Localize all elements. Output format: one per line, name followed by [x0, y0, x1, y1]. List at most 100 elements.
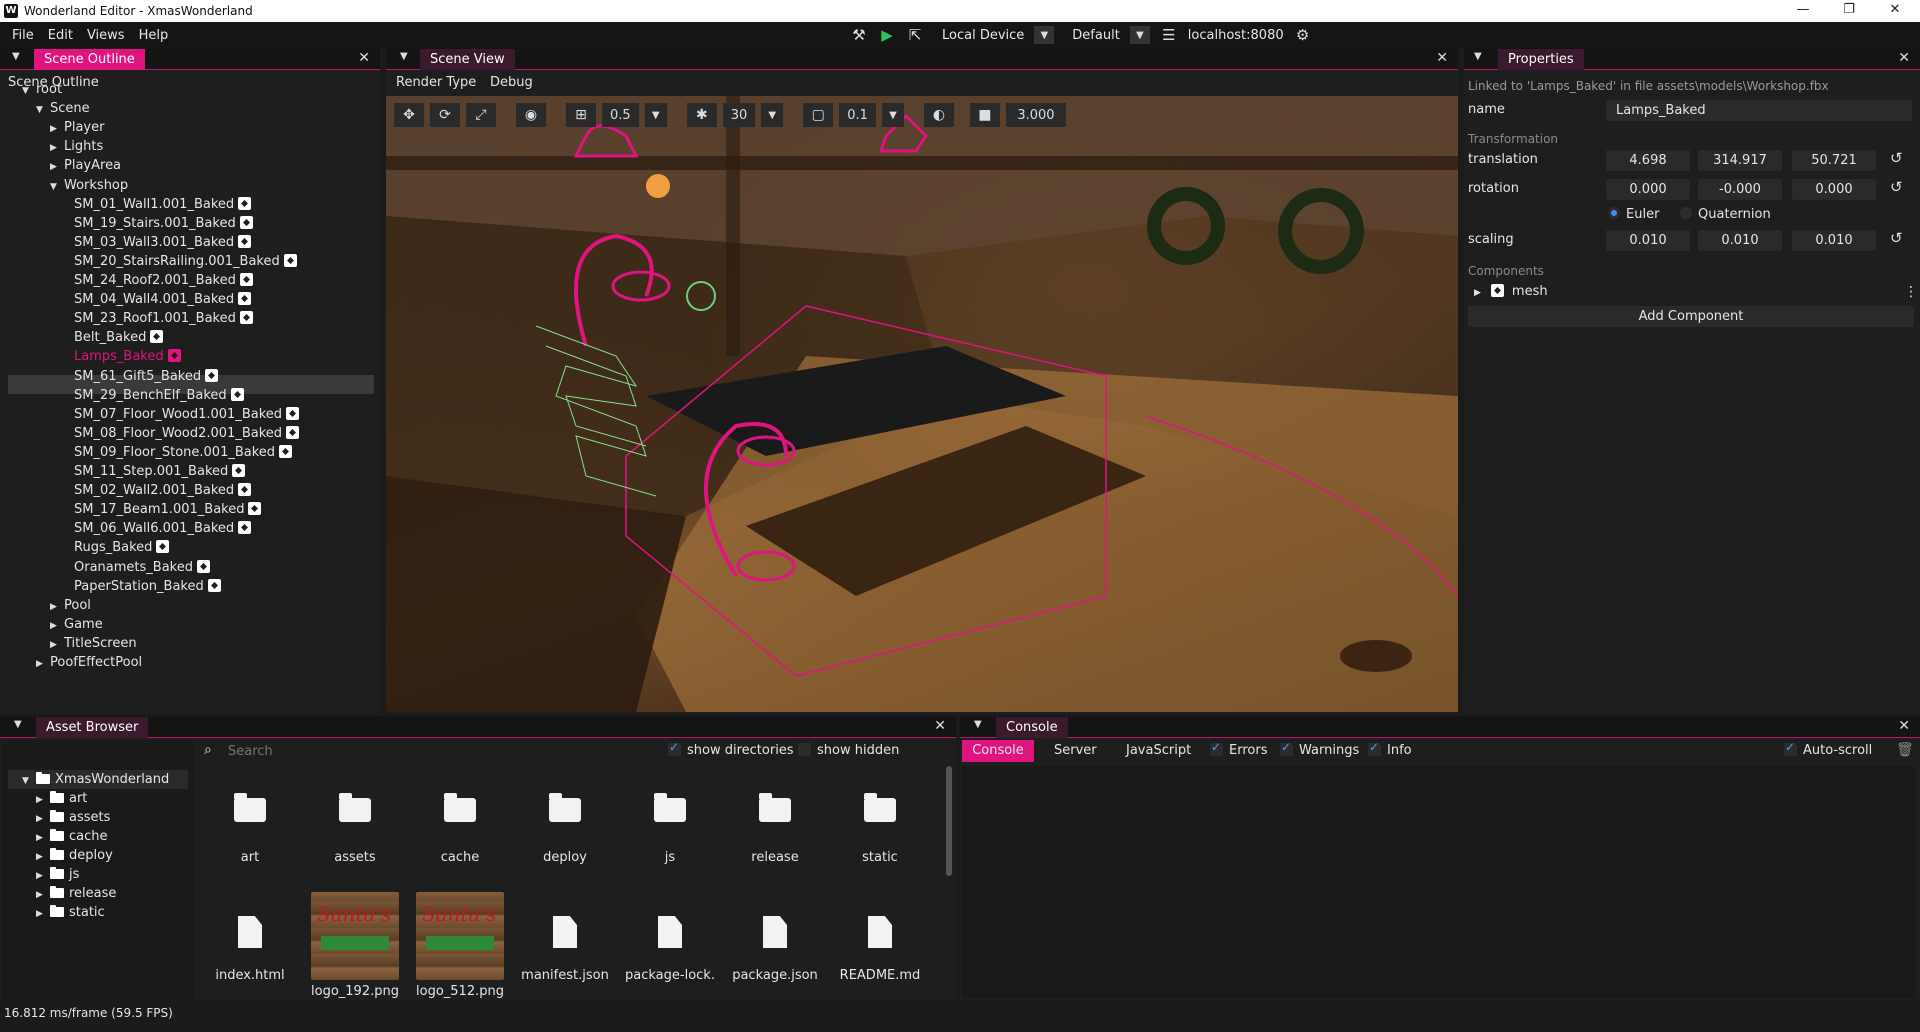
asset-folder-item[interactable]: ▶ art — [36, 789, 87, 808]
expand-arrow-icon[interactable]: ▶ — [36, 655, 50, 674]
close-icon[interactable]: ✕ — [358, 50, 370, 66]
scaling-y-input[interactable]: 0.010 — [1698, 230, 1782, 251]
scaling-x-input[interactable]: 0.010 — [1606, 230, 1690, 251]
tree-item-mesh[interactable]: SM_29_BenchElf_Baked — [64, 386, 244, 405]
tree-item-mesh[interactable]: SM_23_Roof1.001_Baked — [64, 309, 253, 328]
scale-tool-icon[interactable]: ⤢ — [466, 103, 496, 127]
tree-item-mesh[interactable]: PaperStation_Baked — [64, 577, 221, 596]
play-icon[interactable]: ▶ — [878, 26, 896, 44]
scene-viewport[interactable]: ✥ ⟳ ⤢ ◉ ⊞ 0.5 ▼ ✱ 30 ▼ ▢ 0.1 ▼ ◐ ■ 3.000 — [386, 96, 1458, 712]
tree-item-mesh[interactable]: SM_06_Wall6.001_Baked — [64, 519, 252, 538]
scale-snap-icon[interactable]: ▢ — [803, 103, 834, 127]
lighting-toggle-icon[interactable]: ◐ — [923, 103, 954, 127]
folder-root[interactable]: ▼ XmasWonderland — [22, 770, 169, 789]
auto-scroll-checkbox[interactable] — [1784, 740, 1797, 756]
console-tab-server[interactable]: Server — [1054, 743, 1097, 758]
asset-folder-item[interactable]: ▶ deploy — [36, 846, 113, 865]
euler-option[interactable]: Euler — [1608, 207, 1659, 222]
asset-file-tile[interactable]: index.html — [200, 916, 300, 983]
collapse-icon[interactable]: ▼ — [14, 719, 22, 730]
open-external-icon[interactable]: ⇱ — [906, 26, 924, 44]
asset-folder-item[interactable]: ▶ cache — [36, 827, 108, 846]
collapse-icon[interactable]: ▼ — [400, 51, 408, 62]
tree-item-mesh[interactable]: SM_08_Floor_Wood2.001_Baked — [64, 424, 300, 443]
angle-snap-icon[interactable]: ✱ — [686, 103, 717, 127]
tree-item-mesh[interactable]: SM_01_Wall1.001_Baked — [64, 195, 252, 214]
tree-item-mesh[interactable]: Oranamets_Baked — [64, 558, 210, 577]
collapse-icon[interactable]: ▼ — [12, 51, 20, 62]
build-hammer-icon[interactable]: ⚒ — [850, 26, 868, 44]
tab-console[interactable]: Console — [996, 717, 1068, 738]
euler-radio[interactable] — [1608, 207, 1620, 219]
show-directories-checkbox[interactable] — [668, 740, 681, 756]
errors-filter[interactable]: Errors — [1210, 740, 1267, 758]
tree-item-mesh[interactable]: SM_61_Gift5_Baked — [64, 367, 219, 386]
menu-views[interactable]: Views — [80, 28, 132, 43]
translation-z-input[interactable]: 50.721 — [1792, 150, 1876, 171]
tree-item-mesh[interactable]: SM_03_Wall3.001_Baked — [64, 233, 252, 252]
asset-file-tile[interactable]: package.json — [725, 916, 825, 983]
tree-item-mesh[interactable]: SM_04_Wall4.001_Baked — [64, 290, 252, 309]
close-icon[interactable]: ✕ — [1436, 50, 1448, 66]
tree-item-mesh[interactable]: SM_24_Roof2.001_Baked — [64, 271, 253, 290]
reset-scaling-icon[interactable]: ↺ — [1890, 229, 1903, 247]
close-icon[interactable]: ✕ — [1898, 50, 1910, 66]
grid-snap-value[interactable]: 0.5 — [602, 103, 639, 127]
collapse-icon[interactable]: ▼ — [974, 719, 982, 730]
menu-help[interactable]: Help — [132, 28, 176, 43]
asset-folder-tile[interactable]: art — [200, 793, 300, 865]
asset-file-tile[interactable]: README.md — [830, 916, 930, 983]
warnings-filter[interactable]: Warnings — [1280, 740, 1359, 758]
global-space-icon[interactable]: ◉ — [516, 103, 546, 127]
reset-rotation-icon[interactable]: ↺ — [1890, 178, 1903, 196]
collapse-arrow-icon[interactable]: ▼ — [36, 101, 50, 120]
show-hidden-toggle[interactable]: show hidden — [798, 743, 899, 758]
component-menu-icon[interactable]: ⋮ — [1904, 284, 1918, 300]
info-filter[interactable]: Info — [1368, 740, 1412, 758]
scale-snap-dropdown-icon[interactable]: ▼ — [881, 103, 904, 127]
tree-item[interactable]: ▶ TitleScreen — [50, 634, 137, 653]
settings-gear-icon[interactable]: ⚙ — [1294, 26, 1312, 44]
trash-icon[interactable]: 🗑 — [1896, 742, 1914, 758]
asset-file-tile[interactable]: manifest.json — [515, 916, 615, 983]
auto-scroll-toggle[interactable]: Auto-scroll — [1784, 740, 1872, 758]
collapse-arrow-icon[interactable]: ▼ — [22, 82, 36, 101]
move-tool-icon[interactable]: ✥ — [394, 103, 424, 127]
asset-folder-item[interactable]: ▶ release — [36, 884, 116, 903]
tab-asset-browser[interactable]: Asset Browser — [36, 717, 149, 738]
expand-arrow-icon[interactable]: ▶ — [36, 905, 50, 924]
tree-item[interactable]: ▶ PoofEffectPool — [36, 653, 142, 672]
menu-edit[interactable]: Edit — [41, 28, 80, 43]
tree-item-mesh[interactable]: SM_20_StairsRailing.001_Baked — [64, 252, 297, 271]
tree-item-mesh[interactable]: Lamps_Baked — [64, 347, 181, 366]
info-checkbox[interactable] — [1368, 740, 1381, 756]
rotation-z-input[interactable]: 0.000 — [1792, 179, 1876, 200]
asset-folder-item[interactable]: ▶ js — [36, 865, 79, 884]
quaternion-option[interactable]: Quaternion — [1680, 207, 1771, 222]
show-directories-toggle[interactable]: show directories — [668, 740, 794, 758]
warnings-checkbox[interactable] — [1280, 740, 1293, 756]
tree-item-mesh[interactable]: SM_09_Floor_Stone.001_Baked — [64, 443, 293, 462]
rotate-tool-icon[interactable]: ⟳ — [430, 103, 460, 127]
camera-icon[interactable]: ■ — [969, 103, 1000, 127]
asset-search-input[interactable] — [228, 742, 648, 760]
console-tab-javascript[interactable]: JavaScript — [1126, 743, 1191, 758]
expand-arrow-icon[interactable]: ▼ — [22, 772, 36, 791]
tree-item[interactable]: ▶ Pool — [50, 596, 91, 615]
camera-speed-value[interactable]: 3.000 — [1005, 103, 1066, 127]
asset-folder-tile[interactable]: static — [830, 793, 930, 865]
tree-item[interactable]: ▶ Player — [50, 118, 104, 137]
tree-item-mesh[interactable]: SM_17_Beam1.001_Baked — [64, 500, 262, 519]
asset-folder-tile[interactable]: js — [620, 793, 720, 865]
asset-folder-tile[interactable]: deploy — [515, 793, 615, 865]
reset-translation-icon[interactable]: ↺ — [1890, 149, 1903, 167]
asset-scrollbar[interactable] — [946, 766, 952, 876]
collapse-arrow-icon[interactable]: ▼ — [50, 178, 64, 197]
quaternion-radio[interactable] — [1680, 207, 1692, 219]
asset-file-tile[interactable]: package-lock. — [620, 916, 720, 983]
angle-snap-value[interactable]: 30 — [722, 103, 756, 127]
profile-select[interactable]: Default — [1072, 28, 1120, 43]
close-icon[interactable]: ✕ — [934, 718, 946, 734]
tree-item-mesh[interactable]: Rugs_Baked — [64, 538, 170, 557]
tree-item-mesh[interactable]: SM_19_Stairs.001_Baked — [64, 214, 253, 233]
